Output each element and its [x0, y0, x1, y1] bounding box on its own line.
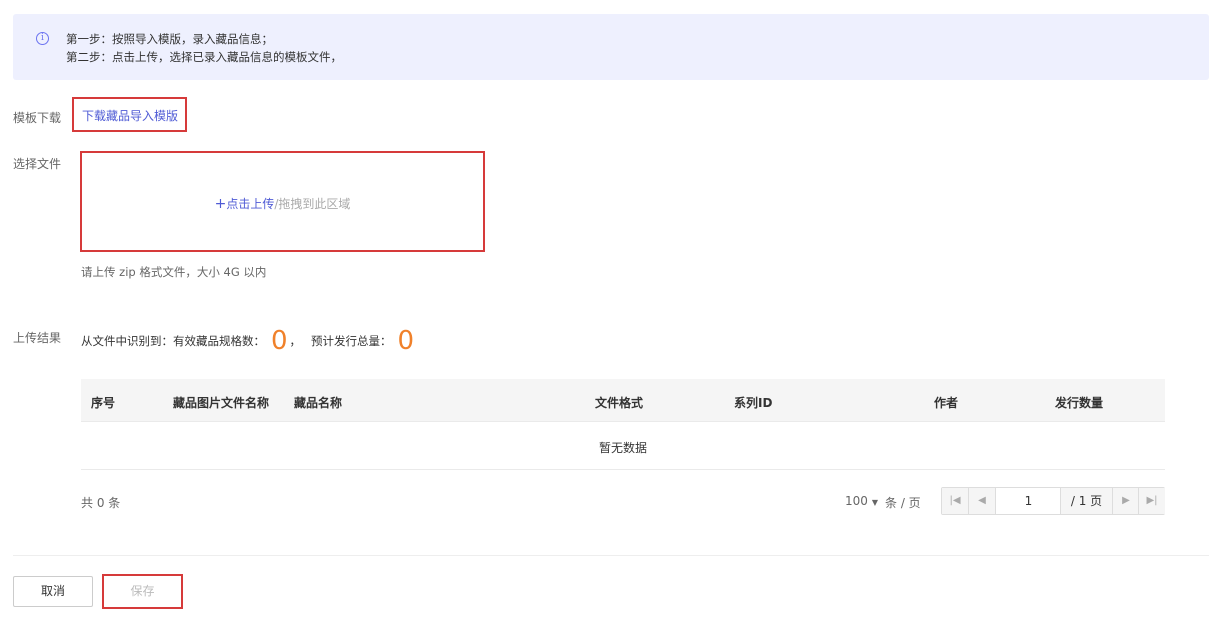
download-link-highlight: 下载藏品导入模版: [72, 97, 187, 132]
drag-hint: /拖拽到此区域: [274, 197, 351, 211]
next-page-icon[interactable]: ▶: [1112, 488, 1139, 514]
result-prefix: 从文件中识别到：有效藏品规格数：: [81, 334, 265, 348]
result-table: 序号 藏品图片文件名称 藏品名称 文件格式 系列ID 作者 发行数量 暂无数据: [81, 379, 1165, 470]
empty-text: 暂无数据: [598, 441, 647, 455]
upload-dropzone[interactable]: +点击上传/拖拽到此区域: [80, 151, 485, 252]
info-icon: i: [36, 32, 49, 45]
template-label: 模板下载: [13, 111, 62, 125]
caret-down-icon: ▼: [871, 498, 879, 507]
col-series-id: 系列ID: [734, 396, 773, 410]
result-separator: ，: [289, 334, 302, 348]
download-template-link[interactable]: 下载藏品导入模版: [82, 107, 178, 124]
page-size-value: 100: [845, 494, 868, 508]
issue-label: 预计发行总量：: [311, 334, 392, 348]
valid-count: 0: [271, 326, 288, 356]
plus-icon: +: [214, 196, 227, 212]
page-number-input[interactable]: [997, 488, 1060, 514]
issue-total: 0: [397, 326, 415, 356]
table-header: 序号 藏品图片文件名称 藏品名称 文件格式 系列ID 作者 发行数量: [81, 379, 1165, 422]
page-total: / 1 页: [1060, 488, 1112, 514]
col-author: 作者: [934, 396, 959, 410]
click-upload-label[interactable]: 点击上传: [226, 197, 274, 211]
notice-step-1: 第一步：按照导入模版，录入藏品信息；: [66, 32, 273, 46]
info-notice: i 第一步：按照导入模版，录入藏品信息； 第二步：点击上传，选择已录入藏品信息的…: [13, 14, 1209, 80]
table-empty-row: 暂无数据: [81, 422, 1165, 470]
first-page-icon[interactable]: |◀: [942, 488, 969, 514]
cancel-button[interactable]: 取消: [13, 576, 93, 607]
upload-hint: 请上传 zip 格式文件，大小 4G 以内: [81, 265, 267, 279]
pagination: |◀ ◀ / 1 页 ▶ ▶|: [941, 487, 1165, 515]
divider: [13, 555, 1209, 556]
result-summary: 从文件中识别到：有效藏品规格数： 0 ， 预计发行总量： 0: [81, 328, 416, 354]
result-label: 上传结果: [13, 331, 62, 345]
col-image-filename: 藏品图片文件名称: [173, 396, 270, 410]
total-count: 共 0 条: [81, 496, 121, 510]
notice-step-2: 第二步：点击上传，选择已录入藏品信息的模板文件，: [66, 50, 342, 64]
prev-page-icon[interactable]: ◀: [969, 488, 996, 514]
col-index: 序号: [91, 396, 116, 410]
upload-text: +点击上传/拖拽到此区域: [82, 195, 483, 212]
page-size-select[interactable]: 100 ▼: [845, 494, 882, 508]
per-page-label: 条 / 页: [885, 496, 921, 510]
col-issue-qty: 发行数量: [1055, 396, 1104, 410]
col-name: 藏品名称: [294, 396, 343, 410]
file-label: 选择文件: [13, 157, 62, 171]
last-page-icon[interactable]: ▶|: [1138, 488, 1165, 514]
save-button[interactable]: 保存: [102, 574, 183, 609]
col-format: 文件格式: [595, 396, 644, 410]
